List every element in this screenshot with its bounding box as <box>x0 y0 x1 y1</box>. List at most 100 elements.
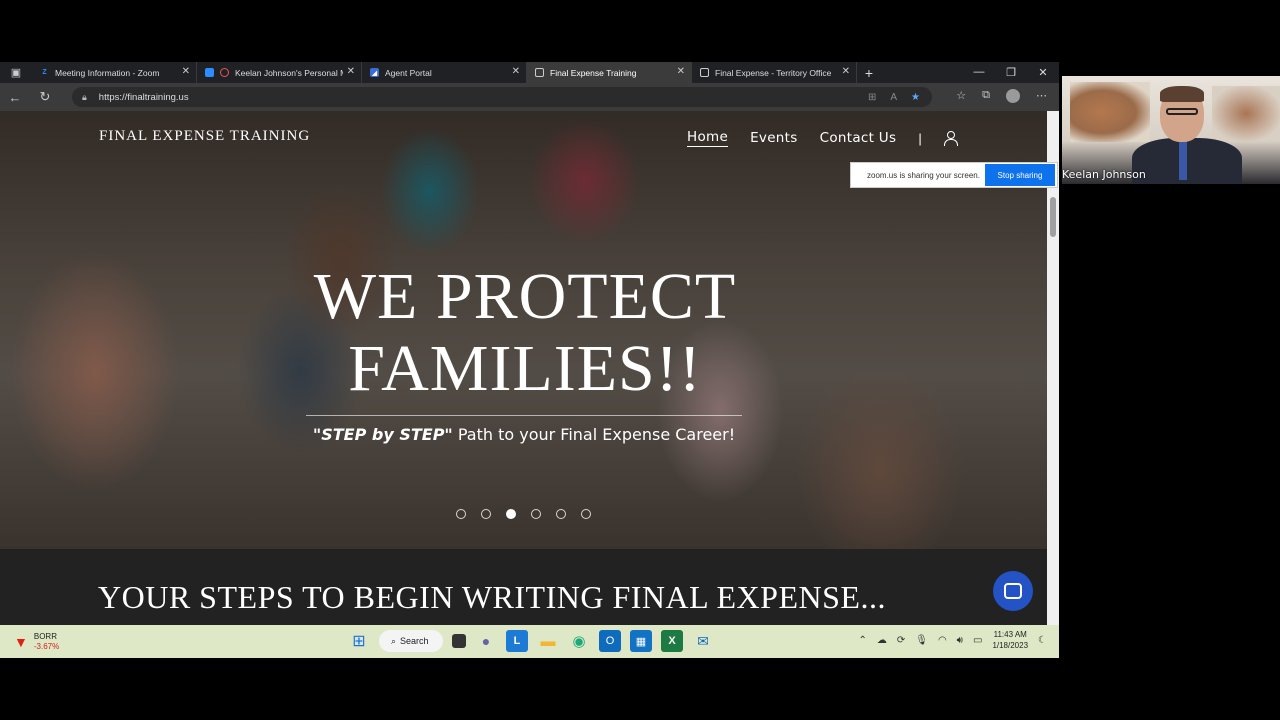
excel-icon[interactable]: X <box>661 630 683 652</box>
page-viewport: FINAL EXPENSE TRAINING Home Events Conta… <box>0 111 1047 625</box>
hero-divider <box>306 415 742 416</box>
hero-subtitle-rest: Path to your Final Expense Career! <box>452 425 736 444</box>
taskbar-search[interactable]: ⌕ Search <box>379 630 443 652</box>
close-window-icon[interactable]: ✕ <box>1027 66 1059 79</box>
hero-subtitle-bold: "STEP by STEP" <box>312 425 453 444</box>
scrollbar-thumb[interactable] <box>1050 197 1056 237</box>
restore-icon[interactable]: ❐ <box>995 66 1027 79</box>
tab-label: Meeting Information - Zoom <box>55 67 160 78</box>
address-bar[interactable]: 🔒︎ https://finaltraining.us ⊞ A ★ <box>72 87 932 107</box>
favorites-icon[interactable]: ☆ <box>956 89 966 103</box>
participant-body <box>1132 138 1242 184</box>
microphone-icon[interactable]: 🎙︎ <box>915 635 928 646</box>
tab-label: Final Expense Training <box>550 67 637 78</box>
refresh-icon[interactable]: ↻ <box>30 89 60 105</box>
task-view-icon[interactable] <box>452 634 466 648</box>
sync-icon[interactable]: ⟳ <box>897 635 905 646</box>
tab-zoom-meeting[interactable]: Z Meeting Information - Zoom ✕ <box>32 62 197 83</box>
slider-dot[interactable] <box>456 509 466 519</box>
clock[interactable]: 11:43 AM 1/18/2023 <box>992 629 1028 651</box>
screen-share-banner: zoom.us is sharing your screen. Stop sha… <box>850 162 1058 188</box>
steps-heading: YOUR STEPS TO BEGIN WRITING FINAL EXPENS… <box>98 579 886 615</box>
tab-label: Final Expense - Territory Office <box>715 67 832 78</box>
slider-dots <box>456 509 591 519</box>
record-icon <box>205 68 214 77</box>
teams-chat-icon[interactable]: ● <box>475 630 497 652</box>
wall-art-right <box>1212 86 1280 141</box>
mail-icon[interactable]: ✉ <box>692 630 714 652</box>
more-menu-icon[interactable]: ⋯ <box>1036 89 1047 103</box>
participant-tie <box>1179 140 1187 180</box>
recording-dot-icon <box>220 68 229 77</box>
tab-territory-office[interactable]: Final Expense - Territory Office ✕ <box>692 62 857 83</box>
tab-final-expense-training[interactable]: Final Expense Training ✕ <box>527 62 692 83</box>
chat-icon <box>1004 583 1022 599</box>
new-tab-button[interactable]: + <box>857 65 881 81</box>
nav-events[interactable]: Events <box>750 130 798 146</box>
store-icon[interactable]: ▦ <box>630 630 652 652</box>
user-icon[interactable] <box>943 131 958 146</box>
close-tab-icon[interactable]: ✕ <box>182 66 190 77</box>
scrollbar[interactable] <box>1047 111 1059 625</box>
browser-window: ▣ Z Meeting Information - Zoom ✕ Keelan … <box>0 62 1059 658</box>
onedrive-icon[interactable]: ☁ <box>877 635 887 646</box>
url-text[interactable]: https://finaltraining.us <box>99 92 189 103</box>
slider-dot[interactable] <box>581 509 591 519</box>
stock-widget[interactable]: ▼ BORR -3.67% <box>14 632 59 652</box>
taskbar: ▼ BORR -3.67% ⊞ ⌕ Search ● L ▬ ◉ O ▦ X ✉ … <box>0 625 1059 658</box>
clock-time: 11:43 AM <box>993 630 1027 639</box>
app-l-icon[interactable]: L <box>506 630 528 652</box>
stock-down-icon: ▼ <box>14 634 28 650</box>
read-aloud-icon[interactable]: A <box>890 92 897 103</box>
stock-change: -3.67% <box>33 642 60 651</box>
tab-actions-icon[interactable]: ▣ <box>0 62 32 83</box>
zoom-icon: Z <box>42 69 47 76</box>
outlook-icon[interactable]: O <box>599 630 621 652</box>
notifications-icon[interactable]: ☾ <box>1038 635 1047 646</box>
chevron-up-icon[interactable]: ⌃ <box>858 635 866 646</box>
nav-contact[interactable]: Contact Us <box>820 130 897 146</box>
steps-section: YOUR STEPS TO BEGIN WRITING FINAL EXPENS… <box>0 549 1047 625</box>
tab-label: Agent Portal <box>385 67 432 78</box>
slider-dot[interactable] <box>556 509 566 519</box>
address-bar-row: ← ↻ 🔒︎ https://finaltraining.us ⊞ A ★ ☆ … <box>0 83 1059 111</box>
search-icon: ⌕ <box>391 635 397 646</box>
slider-dot[interactable] <box>481 509 491 519</box>
volume-icon[interactable]: 🔊︎ <box>957 635 963 646</box>
nav-home[interactable]: Home <box>687 129 729 147</box>
lock-icon[interactable]: 🔒︎ <box>82 92 87 103</box>
wall-art-left <box>1070 82 1150 142</box>
participant-glasses <box>1166 108 1198 115</box>
clock-date: 1/18/2023 <box>992 641 1029 650</box>
close-tab-icon[interactable]: ✕ <box>347 66 355 77</box>
apps-icon[interactable]: ⊞ <box>868 92 876 103</box>
hero-title: WE PROTECT FAMILIES!! <box>280 261 770 405</box>
file-explorer-icon[interactable]: ▬ <box>537 630 559 652</box>
slider-dot[interactable] <box>531 509 541 519</box>
tab-bar: ▣ Z Meeting Information - Zoom ✕ Keelan … <box>0 62 1059 83</box>
tab-personal-meeting[interactable]: Keelan Johnson's Personal M ✕ <box>197 62 362 83</box>
participant-hair <box>1160 86 1204 102</box>
slider-dot-active[interactable] <box>506 509 516 519</box>
site-nav: Home Events Contact Us | <box>687 129 958 147</box>
close-tab-icon[interactable]: ✕ <box>512 66 520 77</box>
minimize-icon[interactable]: — <box>963 66 995 79</box>
close-tab-icon[interactable]: ✕ <box>842 66 850 77</box>
edge-icon[interactable]: ◉ <box>568 630 590 652</box>
battery-icon[interactable]: ▭ <box>973 635 982 646</box>
start-icon[interactable]: ⊞ <box>348 630 370 652</box>
profile-avatar[interactable] <box>1006 89 1020 103</box>
stock-symbol: BORR <box>33 632 57 641</box>
hero-subtitle: "STEP by STEP" Path to your Final Expens… <box>250 425 798 444</box>
nav-separator: | <box>918 130 922 146</box>
collections-icon[interactable]: ⧉ <box>982 89 990 103</box>
page-icon <box>700 68 709 77</box>
close-tab-icon[interactable]: ✕ <box>677 66 685 77</box>
chat-button[interactable] <box>993 571 1033 611</box>
tab-agent-portal[interactable]: ◢ Agent Portal ✕ <box>362 62 527 83</box>
back-icon[interactable]: ← <box>0 90 30 105</box>
stop-sharing-button[interactable]: Stop sharing <box>985 164 1055 186</box>
site-logo[interactable]: FINAL EXPENSE TRAINING <box>99 128 310 145</box>
favorite-star-icon[interactable]: ★ <box>911 92 920 103</box>
wifi-icon[interactable]: ◠ <box>938 635 947 646</box>
